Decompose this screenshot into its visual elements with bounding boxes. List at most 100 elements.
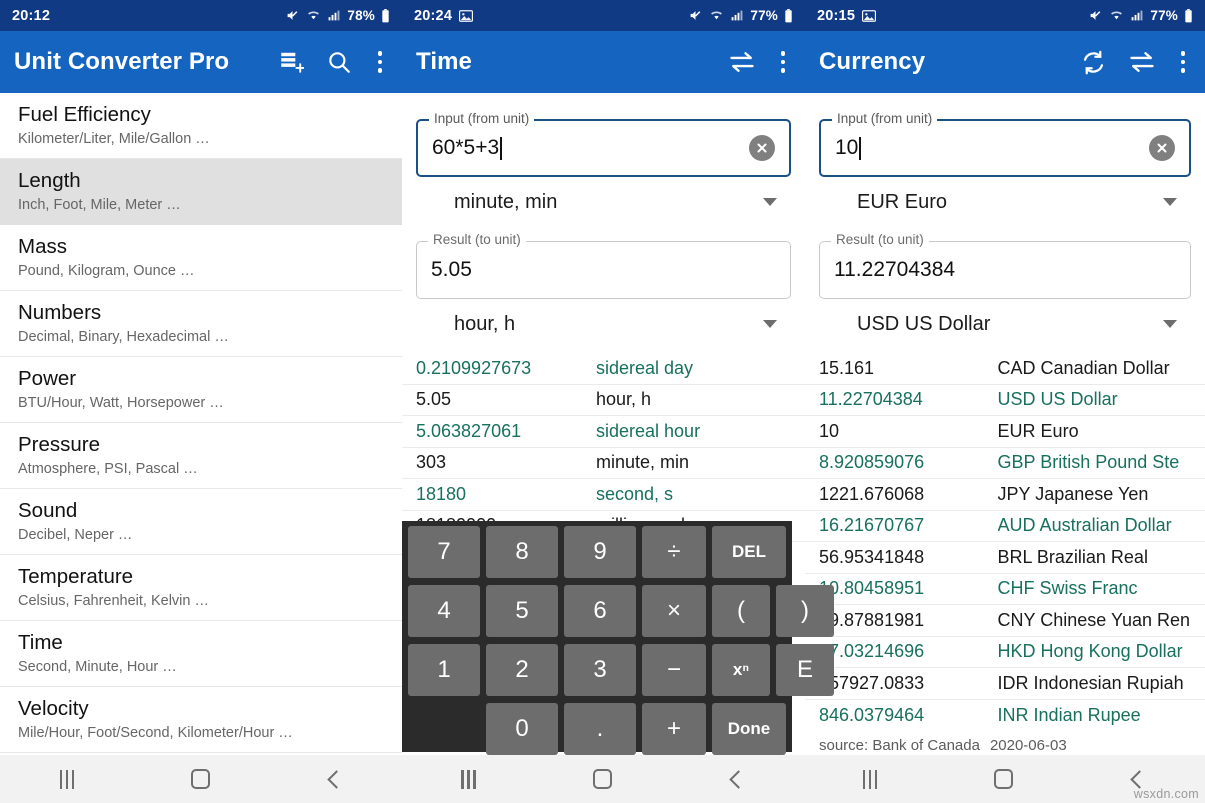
key-3[interactable]: 3	[564, 644, 636, 696]
to-unit-selector[interactable]: hour, h	[416, 299, 791, 349]
panel-currency-converter: 20:15 77% Currency	[805, 0, 1205, 755]
overflow-menu-icon[interactable]	[775, 49, 792, 75]
key-9[interactable]: 9	[564, 526, 636, 578]
refresh-icon[interactable]	[1079, 47, 1109, 77]
table-row[interactable]: 87.03214696 HKD Hong Kong Dollar	[805, 637, 1205, 669]
recents-icon[interactable]	[445, 759, 493, 799]
list-item[interactable]: Time Second, Minute, Hour …	[0, 621, 402, 687]
key-open-paren[interactable]: (	[712, 585, 770, 637]
key-6[interactable]: 6	[564, 585, 636, 637]
key-exponent[interactable]: E	[776, 644, 834, 696]
category-title: Pressure	[18, 432, 384, 458]
table-row[interactable]: 11.22704384 USD US Dollar	[805, 385, 1205, 417]
key-minus[interactable]: −	[642, 644, 706, 696]
keypad-row: 0 . + Done	[405, 703, 789, 755]
from-unit-selector[interactable]: minute, min	[416, 177, 791, 227]
table-row[interactable]: 846.0379464 INR Indian Rupee	[805, 700, 1205, 732]
text-caret	[500, 137, 502, 160]
key-power[interactable]: xⁿ	[712, 644, 770, 696]
input-field[interactable]: Input (from unit) 10	[819, 119, 1191, 177]
key-8[interactable]: 8	[486, 526, 558, 578]
input-field[interactable]: Input (from unit) 60*5+3	[416, 119, 791, 177]
table-row[interactable]: 1221.676068 JPY Japanese Yen	[805, 479, 1205, 511]
row-unit: HKD Hong Kong Dollar	[998, 641, 1191, 662]
back-icon[interactable]	[311, 759, 359, 799]
key-5[interactable]: 5	[486, 585, 558, 637]
table-row[interactable]: 157927.0833 IDR Indonesian Rupiah	[805, 668, 1205, 700]
list-item[interactable]: Numbers Decimal, Binary, Hexadecimal …	[0, 291, 402, 357]
key-multiply[interactable]: ×	[642, 585, 706, 637]
key-divide[interactable]: ÷	[642, 526, 706, 578]
to-unit-selector[interactable]: USD US Dollar	[819, 299, 1191, 349]
list-item[interactable]: Sound Decibel, Neper …	[0, 489, 402, 555]
key-0[interactable]: 0	[486, 703, 558, 755]
swap-icon[interactable]	[727, 47, 757, 77]
swap-icon[interactable]	[1127, 47, 1157, 77]
result-label: Result (to unit)	[428, 233, 526, 247]
table-row[interactable]: 16.21670767 AUD Australian Dollar	[805, 511, 1205, 543]
table-row[interactable]: 0.2109927673 sidereal day	[402, 353, 805, 385]
category-subtitle: Decibel, Neper …	[18, 527, 384, 544]
key-1[interactable]: 1	[408, 644, 480, 696]
row-unit: GBP British Pound Ste	[998, 452, 1191, 473]
list-item[interactable]: Fuel Efficiency Kilometer/Liter, Mile/Ga…	[0, 93, 402, 159]
table-row[interactable]: 18180 second, s	[402, 479, 805, 511]
clear-icon[interactable]	[1149, 135, 1175, 161]
android-nav-bar	[0, 755, 1205, 803]
clear-icon[interactable]	[749, 135, 775, 161]
category-list[interactable]: Fuel Efficiency Kilometer/Liter, Mile/Ga…	[0, 93, 402, 755]
recents-icon[interactable]	[846, 759, 894, 799]
key-2[interactable]: 2	[486, 644, 558, 696]
status-bar: 20:24 77%	[402, 0, 805, 31]
row-unit: sidereal day	[596, 358, 791, 379]
table-row[interactable]: 8.920859076 GBP British Pound Ste	[805, 448, 1205, 480]
category-title: Length	[18, 168, 384, 194]
wifi-icon	[306, 9, 321, 22]
table-row[interactable]: 15.161 CAD Canadian Dollar	[805, 353, 1205, 385]
key-plus[interactable]: +	[642, 703, 706, 755]
category-title: Numbers	[18, 300, 384, 326]
row-value: 11.22704384	[819, 389, 998, 410]
table-row[interactable]: 79.87881981 CNY Chinese Yuan Ren	[805, 605, 1205, 637]
table-row[interactable]: 10 EUR Euro	[805, 416, 1205, 448]
add-list-icon[interactable]	[276, 47, 306, 77]
key-decimal[interactable]: .	[564, 703, 636, 755]
home-icon[interactable]	[578, 759, 626, 799]
keypad-row: 7 8 9 ÷ DEL	[405, 526, 789, 578]
list-item[interactable]: Power BTU/Hour, Watt, Horsepower …	[0, 357, 402, 423]
source-label: source: Bank of Canada	[819, 737, 980, 754]
overflow-menu-icon[interactable]	[1175, 49, 1192, 75]
row-value: 10	[819, 421, 998, 442]
table-row[interactable]: 56.95341848 BRL Brazilian Real	[805, 542, 1205, 574]
key-delete[interactable]: DEL	[712, 526, 786, 578]
key-7[interactable]: 7	[408, 526, 480, 578]
key-done[interactable]: Done	[712, 703, 786, 755]
list-item[interactable]: Velocity Mile/Hour, Foot/Second, Kilomet…	[0, 687, 402, 753]
home-icon[interactable]	[980, 759, 1028, 799]
recents-icon[interactable]	[43, 759, 91, 799]
list-item[interactable]: Temperature Celsius, Fahrenheit, Kelvin …	[0, 555, 402, 621]
table-row[interactable]: 10.80458951 CHF Swiss Franc	[805, 574, 1205, 606]
from-unit-value: minute, min	[454, 191, 557, 214]
page-title: Unit Converter Pro	[14, 48, 229, 76]
watermark: wsxdn.com	[1134, 787, 1199, 801]
key-4[interactable]: 4	[408, 585, 480, 637]
table-row[interactable]: 303 minute, min	[402, 448, 805, 480]
key-close-paren[interactable]: )	[776, 585, 834, 637]
list-item-selected[interactable]: Length Inch, Foot, Mile, Meter …	[0, 159, 402, 225]
home-icon[interactable]	[177, 759, 225, 799]
overflow-menu-icon[interactable]	[372, 49, 389, 75]
table-row[interactable]: 5.063827061 sidereal hour	[402, 416, 805, 448]
app-bar: Unit Converter Pro	[0, 31, 402, 93]
list-item[interactable]: Mass Pound, Kilogram, Ounce …	[0, 225, 402, 291]
row-unit: AUD Australian Dollar	[998, 515, 1191, 536]
table-row[interactable]: 5.05 hour, h	[402, 385, 805, 417]
search-icon[interactable]	[324, 47, 354, 77]
list-item[interactable]: Pressure Atmosphere, PSI, Pascal …	[0, 423, 402, 489]
mute-icon	[688, 9, 703, 22]
back-icon[interactable]	[712, 759, 760, 799]
row-value: 1221.676068	[819, 484, 998, 505]
row-value: 0.2109927673	[416, 358, 596, 379]
from-unit-selector[interactable]: EUR Euro	[819, 177, 1191, 227]
numeric-keypad[interactable]: 7 8 9 ÷ DEL 4 5 6 × ( ) 1 2 3 − xⁿ E 0 .…	[402, 521, 792, 752]
